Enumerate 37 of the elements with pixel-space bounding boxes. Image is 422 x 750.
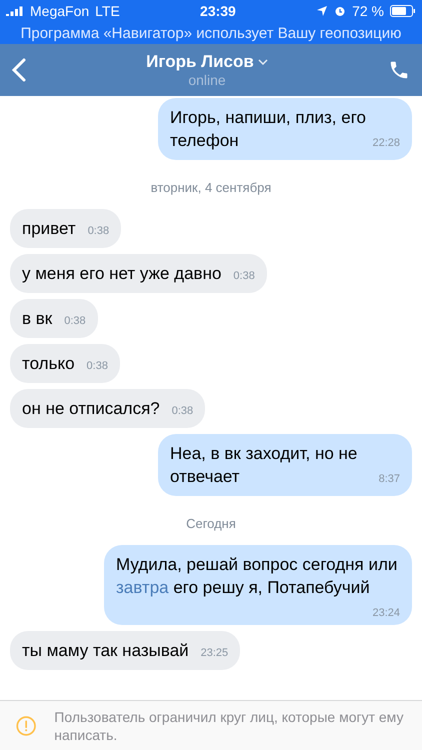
message-time: 0:38 (88, 224, 110, 239)
date-link[interactable]: завтра (116, 578, 169, 597)
received-message-bubble: он не отписался? 0:38 (10, 389, 206, 428)
sent-message-bubble: Мудила, решай вопрос сегодня или завтра его решу я, Потапебучий 23:24 (104, 545, 412, 625)
online-status: online (188, 72, 226, 88)
message-time: 23:24 (372, 606, 400, 621)
battery-percent: 72 % (352, 3, 384, 19)
chevron-down-icon[interactable] (258, 59, 268, 65)
received-message-bubble: привет 0:38 (10, 209, 122, 248)
warning-icon (16, 714, 36, 738)
message-time: 22:28 (372, 136, 400, 151)
carrier-label: MegaFon (30, 3, 90, 19)
message-time: 0:38 (86, 359, 108, 374)
message-time: 0:38 (64, 314, 86, 329)
message-time: 0:38 (172, 404, 194, 419)
date-separator: вторник, 4 сентября (150, 179, 272, 197)
received-message-bubble: в вк 0:38 (10, 299, 98, 338)
message-time: 23:25 (200, 646, 228, 661)
message-time: 8:37 (378, 472, 400, 487)
location-banner[interactable]: Программа «Навигатор» использует Вашу геопозицию (0, 22, 422, 44)
contact-name[interactable]: Игорь Лисов (146, 52, 254, 72)
signal-icon (6, 6, 24, 16)
clock: 23:39 (200, 3, 236, 19)
phone-icon[interactable] (388, 59, 410, 81)
message-time: 0:38 (233, 269, 255, 284)
received-message-bubble: только 0:38 (10, 344, 120, 383)
received-message-bubble: у меня его нет уже давно 0:38 (10, 254, 267, 293)
date-separator: Сегодня (186, 515, 236, 533)
sent-message-bubble: Игорь, напиши, плиз, его телефон 22:28 (158, 98, 412, 160)
sent-message-bubble: Неа, в вк заходит, но не отвечает 8:37 (158, 434, 412, 496)
location-arrow-icon (316, 5, 328, 17)
restriction-notice: Пользователь ограничил круг лиц, которые могут ему написать. (54, 708, 404, 744)
battery-icon (390, 5, 416, 17)
alarm-icon (334, 5, 346, 17)
received-message-bubble: ты маму так называй 23:25 (10, 631, 240, 670)
network-label: LTE (95, 3, 120, 19)
back-icon[interactable] (12, 58, 26, 82)
